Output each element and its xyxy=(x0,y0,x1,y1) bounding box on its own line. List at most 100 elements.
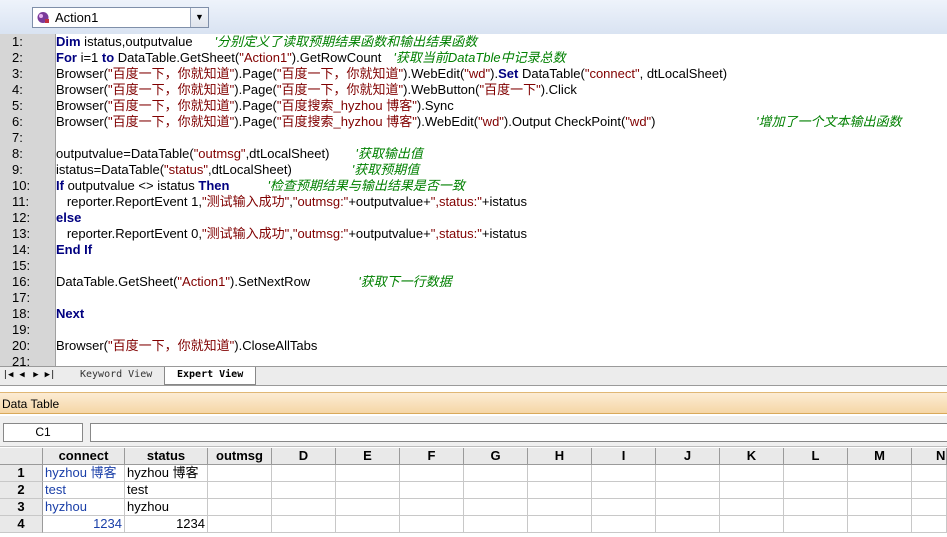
action-dropdown[interactable]: Action1 ▼ xyxy=(32,7,209,28)
code-line-9[interactable]: 9: istatus=DataTable("status",dtLocalShee… xyxy=(0,162,947,178)
row-header[interactable]: 2 xyxy=(0,482,43,499)
table-cell[interactable] xyxy=(720,516,784,533)
row-header[interactable]: 3 xyxy=(0,499,43,516)
table-cell[interactable] xyxy=(656,499,720,516)
code-line-18[interactable]: 18: Next xyxy=(0,306,947,322)
code-line-12[interactable]: 12: else xyxy=(0,210,947,226)
data-table-grid[interactable]: connect status outmsg D E F G H I J K L … xyxy=(0,448,947,537)
table-cell[interactable]: hyzhou xyxy=(43,499,125,516)
table-cell[interactable] xyxy=(592,482,656,499)
code-line-4[interactable]: 4: Browser("百度一下，你就知道").Page("百度一下，你就知道")… xyxy=(0,82,947,98)
column-header[interactable]: status xyxy=(125,448,208,465)
table-cell[interactable] xyxy=(784,482,848,499)
table-cell[interactable]: test xyxy=(43,482,125,499)
table-cell[interactable]: 1234 xyxy=(43,516,125,533)
prev-tab-icon[interactable]: ◀ xyxy=(16,369,28,382)
column-header[interactable]: D xyxy=(272,448,336,465)
table-cell[interactable] xyxy=(208,465,272,482)
table-cell[interactable] xyxy=(848,516,912,533)
table-cell[interactable] xyxy=(400,482,464,499)
table-cell[interactable] xyxy=(272,516,336,533)
code-line-5[interactable]: 5: Browser("百度一下，你就知道").Page("百度搜索_hyzhou… xyxy=(0,98,947,114)
table-cell[interactable] xyxy=(400,516,464,533)
tab-expert-view[interactable]: Expert View xyxy=(164,367,257,385)
table-cell[interactable] xyxy=(336,482,400,499)
table-cell[interactable] xyxy=(784,465,848,482)
table-cell[interactable] xyxy=(400,465,464,482)
row-header[interactable]: 4 xyxy=(0,516,43,533)
column-header[interactable]: E xyxy=(336,448,400,465)
table-cell[interactable] xyxy=(848,482,912,499)
code-line-6[interactable]: 6: Browser("百度一下，你就知道").Page("百度搜索_hyzhou… xyxy=(0,114,947,130)
formula-input[interactable] xyxy=(90,423,947,442)
code-line-14[interactable]: 14: End If xyxy=(0,242,947,258)
table-cell[interactable] xyxy=(912,482,947,499)
table-cell[interactable] xyxy=(720,499,784,516)
row-header[interactable]: 1 xyxy=(0,465,43,482)
table-cell[interactable] xyxy=(656,516,720,533)
table-cell[interactable] xyxy=(656,482,720,499)
table-cell[interactable] xyxy=(272,499,336,516)
code-line-8[interactable]: 8: outputvalue=DataTable("outmsg",dtLocal… xyxy=(0,146,947,162)
first-tab-icon[interactable]: |◀ xyxy=(2,369,14,382)
code-line-7[interactable]: 7: xyxy=(0,130,947,146)
code-line-11[interactable]: 11: reporter.ReportEvent 1,"测试输入成功","out… xyxy=(0,194,947,210)
column-header[interactable]: M xyxy=(848,448,912,465)
table-cell[interactable] xyxy=(208,499,272,516)
column-header[interactable]: connect xyxy=(43,448,125,465)
table-cell[interactable] xyxy=(336,465,400,482)
table-cell[interactable] xyxy=(848,465,912,482)
table-cell[interactable] xyxy=(208,482,272,499)
column-header[interactable]: G xyxy=(464,448,528,465)
table-cell[interactable]: test xyxy=(125,482,208,499)
table-cell[interactable] xyxy=(528,482,592,499)
table-cell[interactable] xyxy=(336,499,400,516)
code-line-20[interactable]: 20: Browser("百度一下，你就知道").CloseAllTabs xyxy=(0,338,947,354)
code-line-3[interactable]: 3: Browser("百度一下，你就知道").Page("百度一下，你就知道")… xyxy=(0,66,947,82)
table-cell[interactable] xyxy=(272,465,336,482)
table-cell[interactable] xyxy=(464,465,528,482)
column-header[interactable]: F xyxy=(400,448,464,465)
code-line-13[interactable]: 13: reporter.ReportEvent 0,"测试输入成功","out… xyxy=(0,226,947,242)
column-header[interactable]: I xyxy=(592,448,656,465)
tab-keyword-view[interactable]: Keyword View xyxy=(68,367,164,383)
table-cell[interactable]: hyzhou 博客 xyxy=(125,465,208,482)
code-line-15[interactable]: 15: xyxy=(0,258,947,274)
table-cell[interactable] xyxy=(592,516,656,533)
table-cell[interactable] xyxy=(720,482,784,499)
code-line-19[interactable]: 19: xyxy=(0,322,947,338)
expert-view-editor[interactable]: 1: Dim istatus,outputvalue '分别定义了读取预期结果函数和… xyxy=(0,34,947,366)
table-cell[interactable] xyxy=(592,465,656,482)
table-cell[interactable] xyxy=(784,499,848,516)
column-header[interactable]: L xyxy=(784,448,848,465)
column-header[interactable]: H xyxy=(528,448,592,465)
table-cell[interactable] xyxy=(912,465,947,482)
table-cell[interactable] xyxy=(336,516,400,533)
table-cell[interactable] xyxy=(528,465,592,482)
table-cell[interactable] xyxy=(464,482,528,499)
table-cell[interactable] xyxy=(208,516,272,533)
column-header[interactable]: K xyxy=(720,448,784,465)
column-header[interactable]: outmsg xyxy=(208,448,272,465)
column-header[interactable]: N xyxy=(912,448,947,465)
table-cell[interactable] xyxy=(528,499,592,516)
last-tab-icon[interactable]: ▶| xyxy=(44,369,56,382)
table-cell[interactable] xyxy=(272,482,336,499)
next-tab-icon[interactable]: ▶ xyxy=(30,369,42,382)
column-header[interactable]: J xyxy=(656,448,720,465)
table-cell[interactable] xyxy=(912,499,947,516)
table-cell[interactable] xyxy=(912,516,947,533)
table-cell[interactable] xyxy=(784,516,848,533)
table-cell[interactable] xyxy=(400,499,464,516)
chevron-down-icon[interactable]: ▼ xyxy=(190,8,208,27)
cell-reference-box[interactable]: C1 xyxy=(3,423,83,442)
code-line-16[interactable]: 16: DataTable.GetSheet("Action1").SetNext… xyxy=(0,274,947,290)
table-cell[interactable]: hyzhou 博客 xyxy=(43,465,125,482)
table-cell[interactable] xyxy=(592,499,656,516)
code-line-21[interactable]: 21: xyxy=(0,354,947,366)
table-cell[interactable]: hyzhou xyxy=(125,499,208,516)
code-line-2[interactable]: 2: For i=1 to DataTable.GetSheet("Action1… xyxy=(0,50,947,66)
code-line-1[interactable]: 1: Dim istatus,outputvalue '分别定义了读取预期结果函数和… xyxy=(0,34,947,50)
table-cell[interactable] xyxy=(464,499,528,516)
table-cell[interactable] xyxy=(656,465,720,482)
